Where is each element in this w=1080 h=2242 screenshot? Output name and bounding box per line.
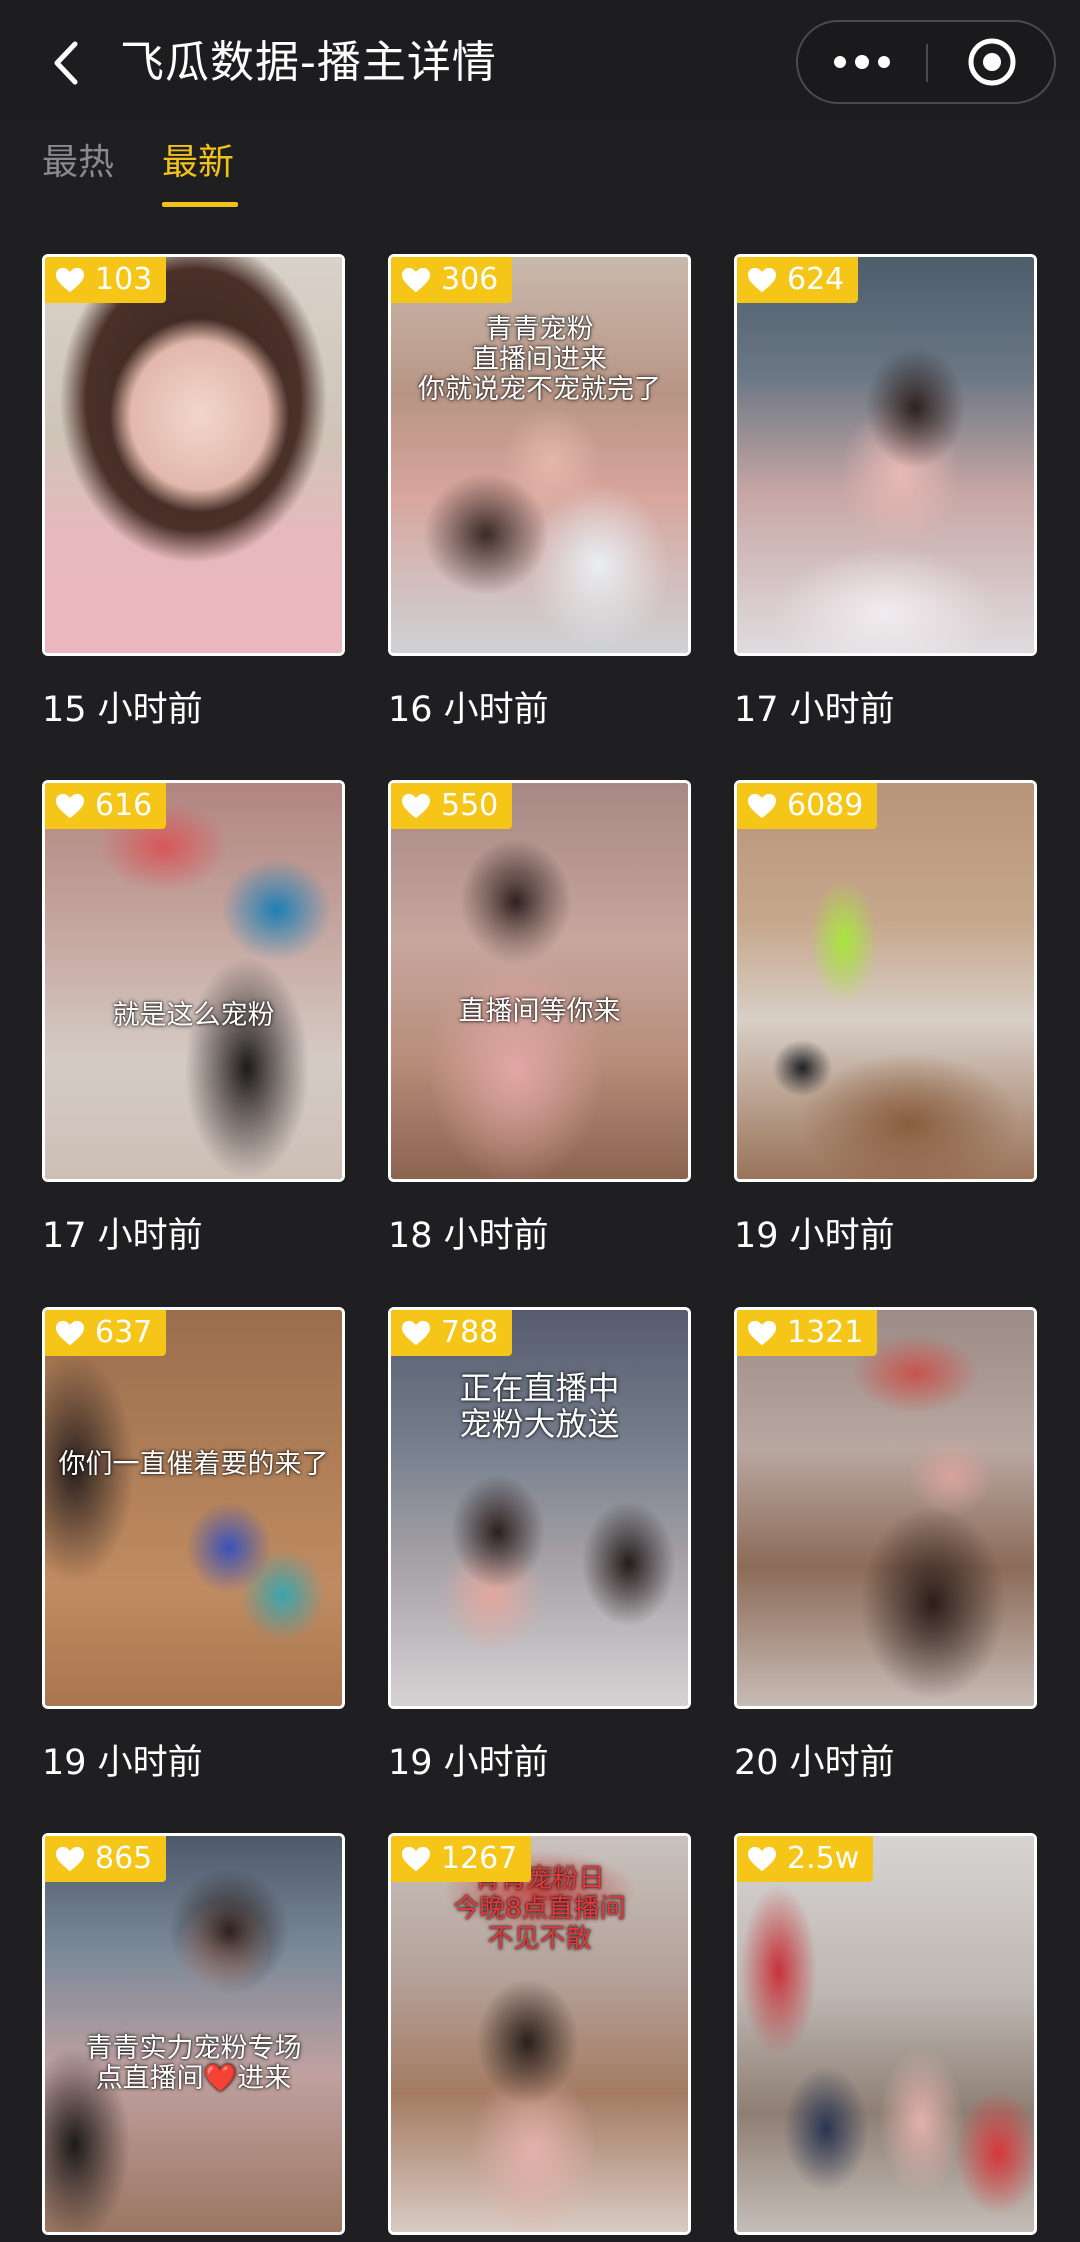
chevron-left-icon: [54, 41, 78, 85]
heart-icon: [401, 1846, 431, 1872]
video-card[interactable]: 6089: [734, 780, 1037, 1182]
likes-badge: 616: [45, 783, 167, 829]
video-thumbnail: [737, 257, 1034, 653]
likes-count: 788: [441, 1315, 499, 1350]
heart-icon: [747, 267, 777, 293]
video-card[interactable]: 正在直播中 宠粉大放送 788: [388, 1307, 691, 1709]
likes-badge: 1321: [737, 1310, 878, 1356]
video-card[interactable]: 1321: [734, 1307, 1037, 1709]
post-time: 19 小时前: [42, 1743, 203, 1783]
heart-icon: [747, 793, 777, 819]
post-time: 17 小时前: [42, 1216, 203, 1256]
likes-count: 1321: [787, 1315, 864, 1350]
likes-count: 865: [95, 1841, 153, 1876]
video-caption: 青青实力宠粉专场 点直播间❤️进来: [85, 2033, 302, 2094]
likes-badge: 6089: [737, 783, 878, 829]
video-caption: 就是这么宠粉: [112, 1000, 275, 1031]
active-tab-indicator: [162, 202, 238, 207]
heart-icon: [747, 1320, 777, 1346]
likes-badge: 788: [391, 1310, 513, 1356]
video-card[interactable]: 103: [42, 254, 345, 656]
tab-newest[interactable]: 最新: [162, 138, 234, 188]
likes-count: 2.5w: [787, 1841, 860, 1876]
video-thumbnail: [45, 1310, 342, 1706]
likes-badge: 2.5w: [737, 1836, 874, 1882]
more-dots-icon: [834, 55, 890, 69]
video-thumbnail: [45, 257, 342, 653]
likes-count: 637: [95, 1315, 153, 1350]
video-card[interactable]: 2.5w: [734, 1833, 1037, 2235]
video-thumbnail: [45, 783, 342, 1179]
post-time: 15 小时前: [42, 690, 203, 730]
likes-count: 103: [95, 262, 153, 297]
video-caption: 青青宠粉 直播间进来 你就说宠不宠就完了: [418, 314, 661, 405]
video-thumbnail: [737, 783, 1034, 1179]
likes-badge: 865: [45, 1836, 167, 1882]
navbar: 飞瓜数据-播主详情: [0, 0, 1080, 126]
heart-icon: [55, 1320, 85, 1346]
back-button[interactable]: [36, 30, 96, 96]
likes-count: 550: [441, 788, 499, 823]
heart-icon: [55, 1846, 85, 1872]
tab-hottest[interactable]: 最热: [42, 138, 114, 188]
likes-count: 616: [95, 788, 153, 823]
post-time: 19 小时前: [388, 1743, 549, 1783]
post-time: 18 小时前: [388, 1216, 549, 1256]
likes-count: 1267: [441, 1841, 518, 1876]
post-time: 20 小时前: [734, 1743, 895, 1783]
heart-icon: [55, 267, 85, 293]
video-card[interactable]: 青青宠粉日 今晚8点直播间 不见不散 1267: [388, 1833, 691, 2235]
likes-badge: 1267: [391, 1836, 532, 1882]
close-button[interactable]: [928, 22, 1056, 102]
heart-icon: [401, 793, 431, 819]
video-card[interactable]: 青青宠粉 直播间进来 你就说宠不宠就完了 306: [388, 254, 691, 656]
heart-icon: [401, 1320, 431, 1346]
video-thumbnail: [391, 783, 688, 1179]
heart-icon: [55, 793, 85, 819]
target-close-icon: [968, 38, 1016, 86]
likes-badge: 624: [737, 257, 859, 303]
video-card[interactable]: 你们一直催着要的来了 637: [42, 1307, 345, 1709]
post-time: 19 小时前: [734, 1216, 895, 1256]
likes-count: 624: [787, 262, 845, 297]
mini-program-capsule: [796, 20, 1056, 104]
likes-badge: 306: [391, 257, 513, 303]
video-card[interactable]: 就是这么宠粉 616: [42, 780, 345, 1182]
likes-badge: 550: [391, 783, 513, 829]
likes-count: 306: [441, 262, 499, 297]
video-caption: 直播间等你来: [458, 996, 621, 1027]
video-card[interactable]: 624: [734, 254, 1037, 656]
video-card[interactable]: 青青实力宠粉专场 点直播间❤️进来 865: [42, 1833, 345, 2235]
tab-bar: 最热 最新: [0, 126, 1080, 216]
heart-icon: [401, 267, 431, 293]
post-time: 16 小时前: [388, 690, 549, 730]
video-thumbnail: [737, 1836, 1034, 2232]
post-time: 17 小时前: [734, 690, 895, 730]
more-button[interactable]: [798, 22, 926, 102]
likes-count: 6089: [787, 788, 864, 823]
video-thumbnail: [737, 1310, 1034, 1706]
likes-badge: 103: [45, 257, 167, 303]
likes-badge: 637: [45, 1310, 167, 1356]
video-caption: 你们一直催着要的来了: [58, 1449, 329, 1480]
video-caption: 正在直播中 宠粉大放送: [459, 1369, 620, 1443]
video-card[interactable]: 直播间等你来 550: [388, 780, 691, 1182]
heart-icon: [747, 1846, 777, 1872]
page-title: 飞瓜数据-播主详情: [120, 37, 497, 88]
